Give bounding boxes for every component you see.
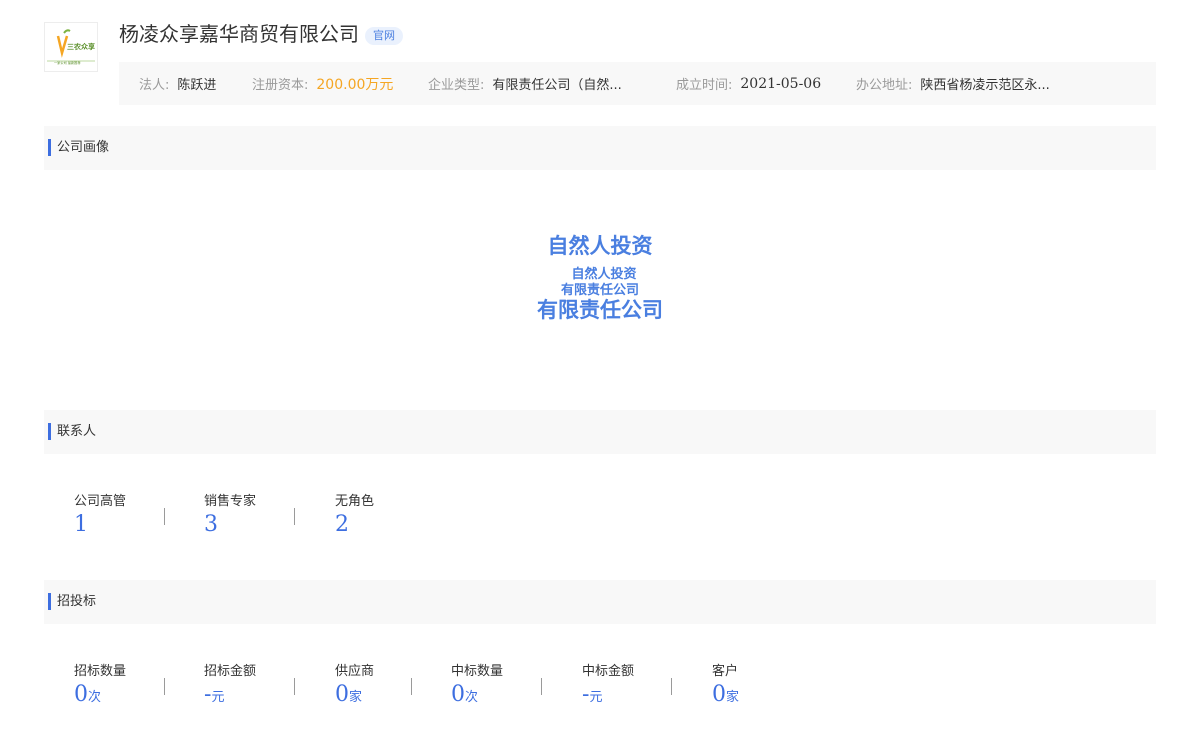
bid-stat-suppliers[interactable]: 供应商 0家 — [335, 663, 374, 711]
stat-label: 中标金额 — [582, 664, 635, 679]
founded-label: 成立时间: — [676, 78, 733, 93]
founded-value: 2021-05-06 — [740, 75, 822, 92]
address-label: 办公地址: — [856, 78, 913, 93]
stat-unit: 元 — [589, 689, 603, 704]
company-info-bar: 法人: 陈跃进 注册资本: 200.00万元 企业类型: 有限责任公司（自然..… — [119, 62, 1156, 105]
portrait-tag: 自然人投资 — [547, 234, 653, 258]
official-site-badge[interactable]: 官网 — [365, 27, 403, 45]
contacts-section-header: 联系人 — [44, 410, 1156, 454]
stat-divider — [411, 678, 412, 695]
stat-value: 2 — [335, 512, 349, 537]
bid-stat-win-amount[interactable]: 中标金额 -元 — [582, 663, 634, 711]
stat-value: 0 — [74, 682, 88, 707]
stat-unit: 元 — [211, 689, 225, 704]
founded-item: 成立时间: 2021-05-06 — [676, 62, 821, 105]
stat-unit: 次 — [88, 689, 102, 704]
company-portrait-tag-cloud: 自然人投资 自然人投资 有限责任公司 有限责任公司 — [44, 170, 1156, 410]
company-type-label: 企业类型: — [428, 78, 485, 93]
bidding-section-title: 招投标 — [57, 594, 97, 609]
stat-value: 0 — [712, 682, 726, 707]
stat-label: 招标金额 — [204, 664, 257, 679]
contact-stat-sales-experts[interactable]: 销售专家 3 — [204, 493, 256, 539]
stat-unit: 家 — [726, 689, 740, 704]
stat-value: 0 — [335, 682, 349, 707]
logo-mark-icon: 三农众享 一家公司 最新推荐 — [47, 29, 95, 65]
stat-unit: 家 — [349, 689, 363, 704]
bid-stat-tender-amount[interactable]: 招标金额 -元 — [204, 663, 256, 711]
company-type-value: 有限责任公司（自然... — [492, 78, 622, 93]
contact-stat-no-role[interactable]: 无角色 2 — [335, 493, 374, 539]
capital-value: 200.00万元 — [316, 76, 394, 93]
bidding-section-header: 招投标 — [44, 580, 1156, 624]
legal-rep-label: 法人: — [139, 78, 170, 93]
legal-rep-item: 法人: 陈跃进 — [139, 62, 216, 105]
section-accent-bar — [48, 423, 51, 440]
stat-divider — [294, 508, 295, 525]
contacts-section-title: 联系人 — [57, 424, 97, 439]
logo-text: 三农众享 — [67, 42, 95, 51]
stat-divider — [541, 678, 542, 695]
stat-label: 公司高管 — [74, 494, 127, 509]
stat-label: 销售专家 — [204, 494, 257, 509]
stat-unit: 次 — [465, 689, 479, 704]
stat-label: 客户 — [712, 664, 739, 679]
stat-divider — [164, 508, 165, 525]
bid-stat-customers[interactable]: 客户 0家 — [712, 663, 739, 711]
stat-value: 0 — [451, 682, 465, 707]
address-item: 办公地址: 陕西省杨凌示范区永... — [856, 62, 1050, 105]
logo-slogan: 一家公司 最新推荐 — [54, 60, 81, 65]
stat-label: 供应商 — [335, 664, 375, 679]
company-logo: 三农众享 一家公司 最新推荐 — [44, 22, 98, 72]
section-accent-bar — [48, 593, 51, 610]
stat-value: 1 — [74, 512, 88, 537]
stat-divider — [294, 678, 295, 695]
legal-rep-value[interactable]: 陈跃进 — [177, 74, 216, 93]
bid-stat-tender-count[interactable]: 招标数量 0次 — [74, 663, 126, 711]
capital-label: 注册资本: — [252, 78, 309, 93]
portrait-section-title: 公司画像 — [57, 140, 110, 155]
bid-stat-win-count[interactable]: 中标数量 0次 — [451, 663, 503, 711]
stat-label: 中标数量 — [451, 664, 504, 679]
portrait-section-header: 公司画像 — [44, 126, 1156, 170]
company-type-item: 企业类型: 有限责任公司（自然... — [428, 62, 622, 105]
stat-label: 招标数量 — [74, 664, 127, 679]
section-accent-bar — [48, 139, 51, 156]
portrait-tag: 有限责任公司 — [537, 298, 663, 322]
stat-label: 无角色 — [335, 494, 375, 509]
capital-item: 注册资本: 200.00万元 — [252, 62, 393, 105]
contact-stat-executives[interactable]: 公司高管 1 — [74, 493, 126, 539]
stat-divider — [671, 678, 672, 695]
stat-value: 3 — [204, 512, 218, 537]
stat-divider — [164, 678, 165, 695]
address-value: 陕西省杨凌示范区永... — [920, 78, 1050, 93]
company-name: 杨凌众享嘉华商贸有限公司 — [119, 22, 359, 46]
